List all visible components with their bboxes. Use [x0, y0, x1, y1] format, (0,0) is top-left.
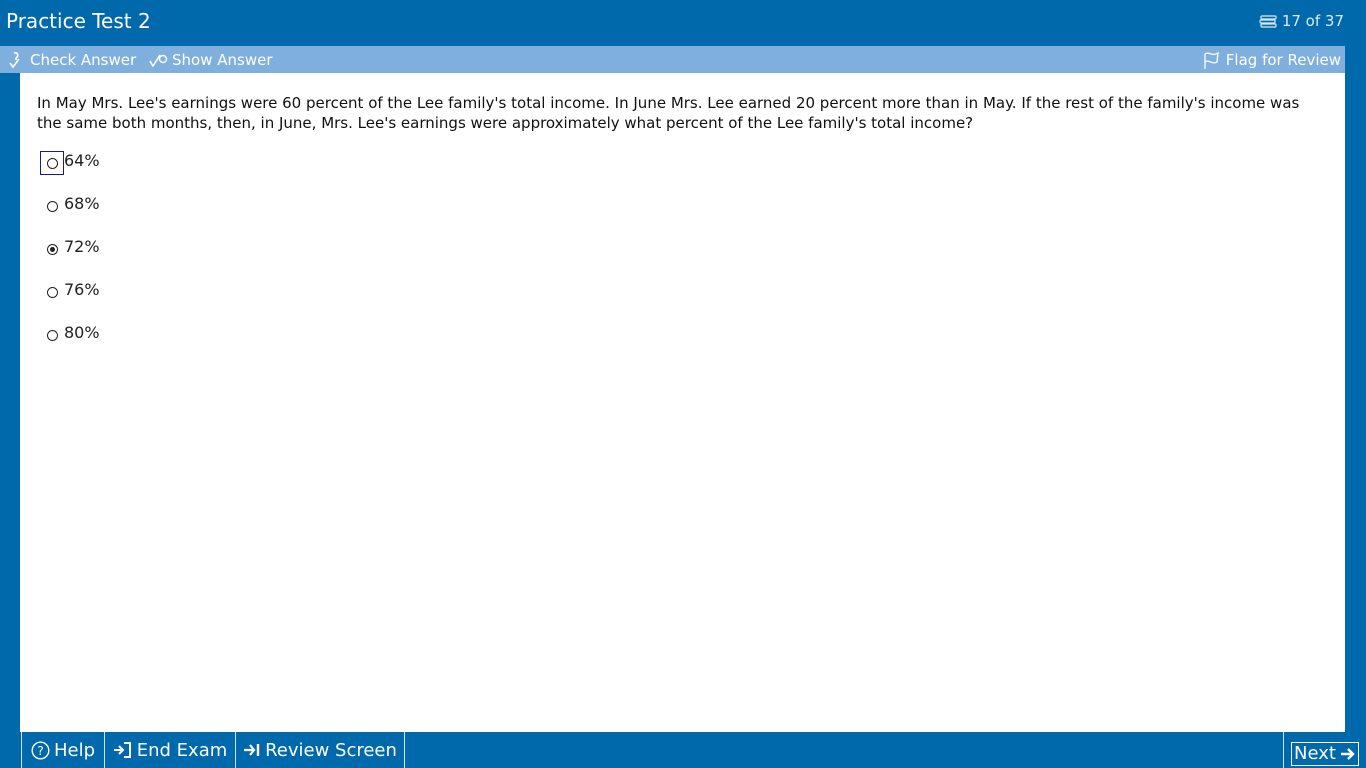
check-answer-button[interactable]: Check Answer: [8, 50, 136, 70]
svg-text:?: ?: [37, 744, 43, 758]
answer-choice-d[interactable]: 76%: [40, 280, 100, 323]
exit-icon: [113, 741, 133, 759]
question-counter: 17 of 37: [1259, 12, 1344, 30]
radio-button[interactable]: [46, 286, 58, 298]
answer-choice-c[interactable]: 72%: [40, 237, 100, 280]
choice-label: 80%: [64, 323, 100, 342]
radio-wrapper: [40, 194, 64, 218]
help-label: Help: [53, 739, 96, 761]
end-exam-button[interactable]: End Exam: [105, 732, 236, 768]
answer-choices: 64% 68% 72% 76% 80%: [40, 151, 100, 366]
arrow-right-icon: [1340, 746, 1356, 762]
title-bar: Practice Test 2 17 of 37: [0, 0, 1366, 45]
answer-choice-e[interactable]: 80%: [40, 323, 100, 366]
next-label: Next: [1294, 743, 1336, 764]
question-panel: In May Mrs. Lee's earnings were 60 perce…: [20, 73, 1345, 732]
question-text: In May Mrs. Lee's earnings were 60 perce…: [37, 94, 1300, 132]
app-title: Practice Test 2: [6, 9, 151, 33]
skip-to-end-icon: [243, 741, 261, 759]
flag-for-review-label: Flag for Review: [1225, 51, 1341, 69]
radio-button[interactable]: [46, 200, 58, 212]
show-answer-label: Show Answer: [172, 51, 273, 69]
list-icon: [1259, 14, 1277, 28]
choice-label: 68%: [64, 194, 100, 213]
flag-icon: [1202, 50, 1222, 70]
help-button[interactable]: ? Help: [21, 732, 105, 768]
radio-button[interactable]: [46, 157, 58, 169]
check-answer-label: Check Answer: [30, 51, 137, 69]
counter-text: 17 of 37: [1281, 12, 1344, 30]
choice-label: 64%: [64, 151, 100, 170]
next-button[interactable]: Next: [1283, 732, 1366, 768]
review-screen-label: Review Screen: [265, 739, 397, 761]
footer-bar: ? Help End Exam Review Screen Next: [0, 732, 1366, 768]
next-button-focus: Next: [1291, 741, 1359, 766]
check-answer-icon: [8, 51, 26, 69]
show-answer-button[interactable]: Show Answer: [148, 50, 273, 70]
radio-wrapper: [40, 323, 64, 347]
toolbar: Check Answer Show Answer Flag for Review: [0, 46, 1345, 73]
flag-for-review-button[interactable]: Flag for Review: [1202, 50, 1341, 70]
help-icon: ?: [31, 740, 50, 760]
choice-label: 76%: [64, 280, 100, 299]
show-answer-icon: [148, 51, 168, 69]
review-screen-button[interactable]: Review Screen: [236, 732, 405, 768]
radio-wrapper: [40, 237, 64, 261]
answer-choice-b[interactable]: 68%: [40, 194, 100, 237]
radio-wrapper: [40, 280, 64, 304]
radio-button-selected[interactable]: [46, 243, 58, 255]
radio-button[interactable]: [46, 329, 58, 341]
answer-choice-a[interactable]: 64%: [40, 151, 100, 194]
end-exam-label: End Exam: [136, 739, 228, 761]
radio-wrapper: [40, 151, 64, 175]
choice-label: 72%: [64, 237, 100, 256]
